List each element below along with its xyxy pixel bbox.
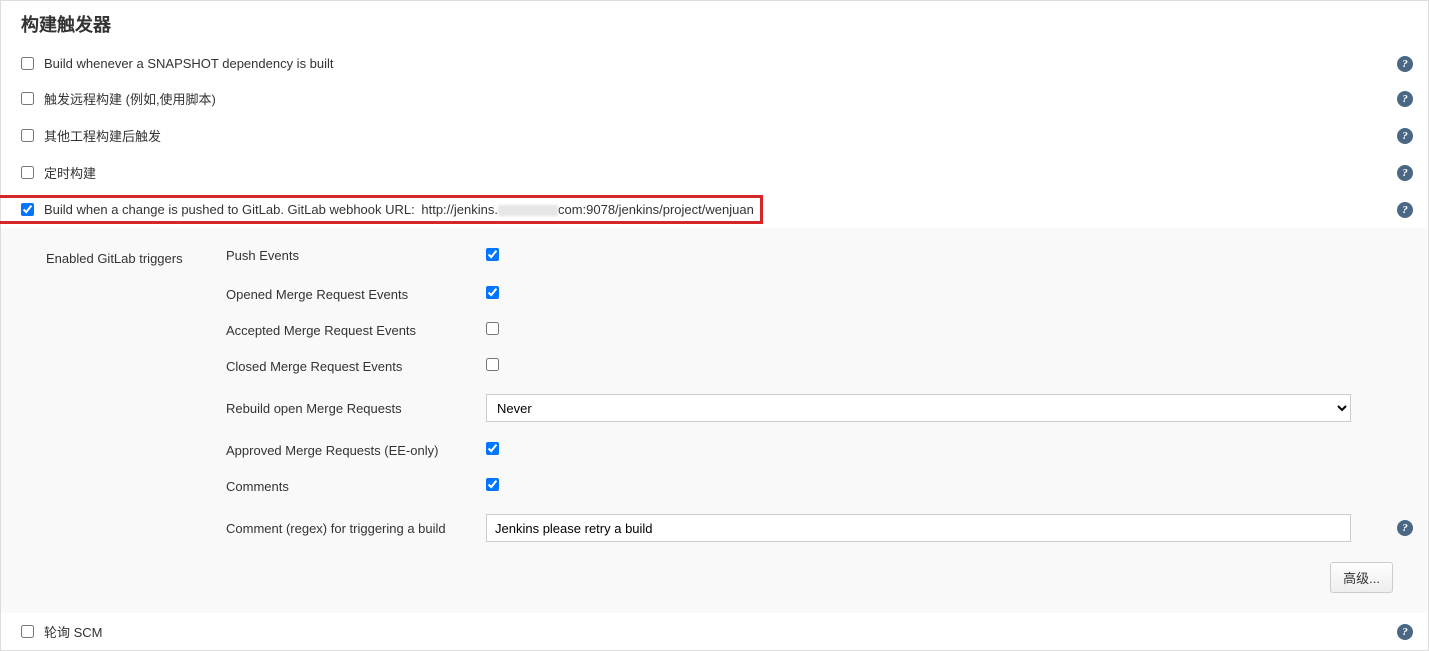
gt-comments-checkbox[interactable]	[486, 478, 499, 491]
gt-push-events-checkbox[interactable]	[486, 248, 499, 261]
advanced-button[interactable]: 高级...	[1330, 562, 1393, 593]
gt-opened-mr-checkbox[interactable]	[486, 286, 499, 299]
gt-closed-mr-row: Closed Merge Request Events	[226, 348, 1408, 384]
trigger-gitlab-label: Build when a change is pushed to GitLab.…	[44, 195, 1408, 224]
help-icon[interactable]: ?	[1397, 91, 1413, 107]
section-title: 构建触发器	[1, 1, 1428, 47]
gt-closed-mr-checkbox[interactable]	[486, 358, 499, 371]
gt-push-events-row: Enabled GitLab triggers Push Events	[46, 238, 1408, 276]
gitlab-webhook-url-box: http://jenkins.com:9078/jenkins/project/…	[0, 195, 763, 224]
trigger-snapshot-checkbox[interactable]	[21, 57, 34, 70]
gt-accepted-mr-label: Accepted Merge Request Events	[226, 323, 486, 338]
gt-accepted-mr-row: Accepted Merge Request Events	[226, 312, 1408, 348]
trigger-after-other-row: 其他工程构建后触发 ?	[1, 117, 1428, 154]
gt-comments-row: Comments	[226, 468, 1408, 504]
gt-accepted-mr-checkbox[interactable]	[486, 322, 499, 335]
help-icon[interactable]: ?	[1397, 520, 1413, 536]
gt-rebuild-open-mr-label: Rebuild open Merge Requests	[226, 401, 486, 416]
gt-comment-regex-input[interactable]	[486, 514, 1351, 542]
gt-approved-mr-checkbox[interactable]	[486, 442, 499, 455]
gitlab-triggers-panel: Enabled GitLab triggers Push Events Open…	[1, 228, 1428, 613]
trigger-poll-scm-checkbox[interactable]	[21, 625, 34, 638]
trigger-cron-checkbox[interactable]	[21, 166, 34, 179]
trigger-remote-row: 触发远程构建 (例如,使用脚本) ?	[1, 80, 1428, 117]
trigger-after-other-checkbox[interactable]	[21, 129, 34, 142]
help-icon[interactable]: ?	[1397, 202, 1413, 218]
trigger-after-other-label: 其他工程构建后触发	[44, 126, 1408, 145]
trigger-remote-label: 触发远程构建 (例如,使用脚本)	[44, 89, 1408, 108]
gt-comment-regex-row: Comment (regex) for triggering a build ?	[226, 504, 1408, 552]
redacted-host	[498, 205, 558, 216]
trigger-snapshot-row: Build whenever a SNAPSHOT dependency is …	[1, 47, 1428, 80]
gt-rebuild-open-mr-row: Rebuild open Merge Requests Never	[226, 384, 1408, 432]
trigger-remote-checkbox[interactable]	[21, 92, 34, 105]
help-icon[interactable]: ?	[1397, 165, 1413, 181]
gt-closed-mr-label: Closed Merge Request Events	[226, 359, 486, 374]
help-icon[interactable]: ?	[1397, 624, 1413, 640]
gt-approved-mr-label: Approved Merge Requests (EE-only)	[226, 443, 486, 458]
trigger-cron-row: 定时构建 ?	[1, 154, 1428, 191]
trigger-snapshot-label: Build whenever a SNAPSHOT dependency is …	[44, 56, 1408, 71]
trigger-poll-scm-label: 轮询 SCM	[44, 622, 1408, 641]
gt-rebuild-open-mr-select[interactable]: Never	[486, 394, 1351, 422]
gt-opened-mr-label: Opened Merge Request Events	[226, 287, 486, 302]
help-icon[interactable]: ?	[1397, 56, 1413, 72]
gt-approved-mr-row: Approved Merge Requests (EE-only)	[226, 432, 1408, 468]
build-triggers-section: 构建触发器 Build whenever a SNAPSHOT dependen…	[0, 0, 1429, 651]
gitlab-triggers-heading: Enabled GitLab triggers	[46, 248, 226, 266]
help-icon[interactable]: ?	[1397, 128, 1413, 144]
trigger-cron-label: 定时构建	[44, 163, 1408, 182]
gt-opened-mr-row: Opened Merge Request Events	[226, 276, 1408, 312]
trigger-gitlab-row: Build when a change is pushed to GitLab.…	[1, 191, 1428, 228]
trigger-poll-scm-row: 轮询 SCM ?	[1, 613, 1428, 650]
gt-push-events-label: Push Events	[226, 248, 486, 263]
gt-comment-regex-label: Comment (regex) for triggering a build	[226, 521, 486, 536]
gt-comments-label: Comments	[226, 479, 486, 494]
